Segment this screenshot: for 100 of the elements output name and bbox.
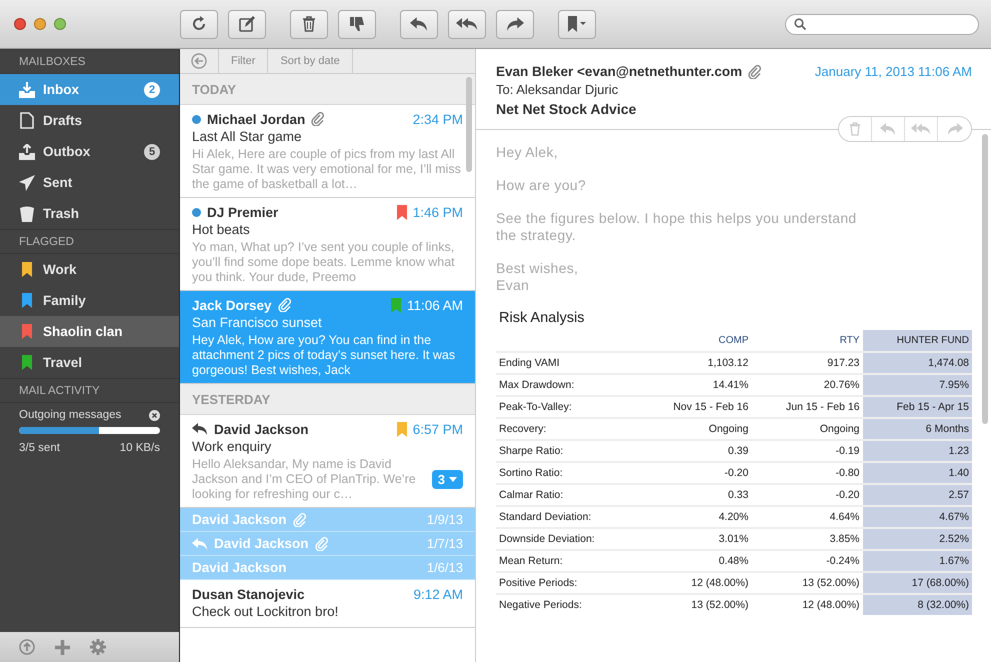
reply-icon (192, 423, 208, 435)
recipient: To: Aleksandar Djuric (496, 82, 620, 97)
message-preview: Yo man, What up? I’ve sent you couple of links, you’ll find some dope beats. Lemme know what you think. Your dude, Preemo (192, 240, 456, 285)
refresh-button[interactable] (180, 10, 218, 38)
flag-item[interactable]: Work (0, 254, 179, 285)
body-paragraph: How are you? (496, 177, 587, 194)
sender-name: David Jackson (192, 560, 287, 575)
mailbox-item[interactable]: Outbox 5 (0, 136, 179, 167)
message-preview: Hello Aleksandar, My name is David Jackson and I’m CEO of PlanTrip. We’re looking for refreshing our c… (192, 457, 417, 502)
message-item[interactable]: Michael Jordan 2:34 PM Last All Star game Hi Alek, Here are couple of pics from my last All Star game. It was very emotional for me, I’ll miss the game of basketball a lot… (180, 105, 475, 198)
mailbox-item[interactable]: Sent (0, 167, 179, 198)
upload-icon[interactable] (19, 639, 35, 655)
delete-button[interactable] (290, 10, 328, 38)
table-cell: 3.01% (638, 528, 752, 550)
flag-label: Work (43, 262, 78, 277)
forward-icon (506, 17, 524, 31)
flag-item[interactable]: Shaolin clan (0, 316, 179, 347)
message-time: 6:57 PM (412, 422, 463, 436)
mailbox-label: Inbox (43, 82, 80, 97)
table-cell: 0.33 (638, 484, 752, 506)
section-header: MAIL ACTIVITY (0, 378, 179, 403)
sender-name: David Jackson (214, 422, 309, 436)
table-title: Risk Analysis (499, 310, 586, 326)
trash-icon (302, 16, 316, 32)
paperclip-icon (311, 112, 326, 126)
flag-item[interactable]: Family (0, 285, 179, 316)
sender-name: Jack Dorsey (192, 298, 272, 312)
flag-label: Family (43, 293, 87, 308)
trash-icon (19, 206, 35, 222)
message-item[interactable]: Dusan Stanojevic 9:12 AM Check out Lockitron bro! (180, 580, 475, 628)
date-group-header: YESTERDAY (180, 384, 475, 415)
activity-label: Outgoing messages (19, 409, 122, 421)
reply-all-icon (911, 123, 931, 135)
message-subject: Check out Lockitron bro! (192, 604, 340, 619)
table-cell: 2.57 (862, 484, 972, 506)
body-paragraph: Hey Alek, (496, 144, 559, 161)
zoom-button[interactable] (54, 18, 66, 30)
table-cell: Sharpe Ratio: (496, 440, 638, 462)
message-date: 1/9/13 (426, 512, 463, 527)
table-cell: 1.40 (862, 462, 972, 484)
message-time: 1:46 PM (412, 204, 463, 220)
close-icon[interactable] (149, 410, 160, 420)
paperclip-icon (278, 298, 292, 312)
bookmark-dropdown-icon (567, 16, 587, 32)
reply-icon (880, 123, 896, 135)
column-header: HUNTER FUND (862, 330, 972, 352)
thumbs-down-button[interactable] (338, 10, 376, 38)
sender-name: Michael Jordan (207, 112, 306, 126)
unread-count: 2 (144, 82, 160, 98)
mailbox-item[interactable]: Drafts (0, 105, 179, 136)
table-cell: Recovery: (496, 418, 638, 440)
table-cell: Feb 15 - Apr 15 (862, 396, 972, 418)
sent-count: 3/5 sent (19, 442, 60, 454)
table-cell: 4.67% (862, 506, 972, 528)
close-button[interactable] (14, 18, 26, 30)
forward-button[interactable] (496, 10, 534, 38)
message-subject: San Francisco sunset (192, 315, 323, 330)
reply-all-button[interactable] (448, 10, 486, 38)
mailbox-item[interactable]: Trash (0, 198, 179, 229)
flag-item[interactable]: Travel (0, 347, 179, 378)
outbox-icon (19, 144, 35, 160)
reply-icon (410, 17, 428, 31)
message-date: 1/7/13 (426, 536, 463, 551)
settings-icon[interactable] (90, 639, 106, 655)
compose-button[interactable] (228, 10, 266, 38)
table-cell: 1,103.12 (638, 352, 752, 374)
message-date: 1/6/13 (426, 560, 463, 575)
add-icon[interactable] (55, 640, 70, 654)
table-cell: 12 (48.00%) (638, 572, 752, 594)
table-cell: Mean Return: (496, 550, 638, 572)
scrollbar[interactable] (466, 77, 472, 172)
table-cell: 8 (32.00%) (862, 594, 972, 615)
scrollbar[interactable] (982, 134, 988, 424)
table-cell: 17 (68.00%) (862, 572, 972, 594)
mailbox-label: Sent (43, 175, 74, 190)
inbox-icon (19, 82, 35, 98)
transfer-speed: 10 KB/s (120, 442, 160, 454)
sender-address: Evan Bleker <evan@netnethunter.com (496, 64, 742, 79)
document-icon (19, 112, 35, 129)
table-cell: Standard Deviation: (496, 506, 638, 528)
table-cell: Calmar Ratio: (496, 484, 638, 506)
body-paragraph: See the figures below. I hope this helps you understand the strategy. (496, 210, 858, 244)
sender-name: David Jackson (192, 512, 287, 527)
table-cell: 4.20% (638, 506, 752, 528)
refresh-icon (191, 16, 207, 32)
message-subject: Net Net Stock Advice (496, 101, 638, 117)
search-field[interactable] (785, 14, 979, 34)
reply-button[interactable] (400, 10, 438, 38)
table-cell: Ending VAMI (496, 352, 638, 374)
thumbs-down-icon (349, 16, 365, 32)
table-cell: 14.41% (638, 374, 752, 396)
search-icon (794, 18, 806, 30)
flag-menu-button[interactable] (558, 10, 596, 38)
minimize-button[interactable] (34, 18, 46, 30)
mailbox-label: Outbox (43, 144, 92, 159)
table-cell: 0.39 (638, 440, 752, 462)
unread-dot (192, 114, 201, 124)
sender-name: DJ Premier (207, 204, 278, 220)
column-header: COMP (638, 330, 752, 352)
table-cell: Negative Periods: (496, 594, 638, 615)
